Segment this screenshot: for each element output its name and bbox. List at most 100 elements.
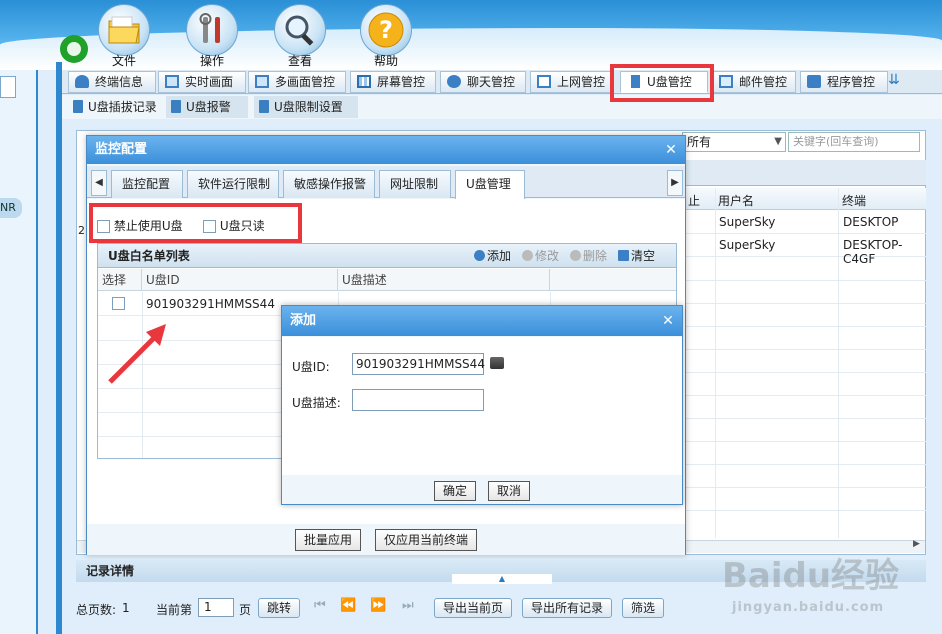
tab-monitor-config[interactable]: 监控配置 xyxy=(111,170,183,198)
usb-id-input[interactable]: 901903291HMMSS44 xyxy=(352,353,485,375)
apply-current-button[interactable]: 仅应用当前终端 xyxy=(375,529,478,551)
delete-button[interactable]: 删除 xyxy=(570,244,607,268)
usb-device-icon[interactable] xyxy=(490,357,504,369)
tab-mail-control[interactable]: 邮件管控 xyxy=(712,71,796,93)
dialog-footer: 批量应用 仅应用当前终端 xyxy=(87,525,685,555)
tab-chat-control[interactable]: 聊天管控 xyxy=(440,71,526,93)
usb-icon xyxy=(259,100,269,113)
next-page-icon[interactable]: ⏩ xyxy=(370,598,386,613)
current-page-input[interactable]: 1 xyxy=(198,598,234,617)
col-usb-id: U盘ID xyxy=(142,269,338,291)
folder-icon xyxy=(108,16,140,44)
operation-button[interactable]: 操作 xyxy=(182,4,242,68)
col-select: 选择 xyxy=(98,269,142,291)
tab-screen-control[interactable]: 屏幕管控 xyxy=(350,71,436,93)
add-button[interactable]: 添加 xyxy=(474,244,511,268)
ok-button[interactable]: 确定 xyxy=(434,481,477,501)
row-select-checkbox[interactable] xyxy=(112,297,125,310)
dialog-title: 监控配置 xyxy=(87,136,685,164)
monitor-icon xyxy=(165,75,179,88)
tab-software-limit[interactable]: 软件运行限制 xyxy=(187,170,279,198)
usb-desc-input[interactable] xyxy=(352,389,484,411)
chevron-down-icon: ▼ xyxy=(774,136,782,147)
watermark-logo: Baidu经验 xyxy=(722,556,900,596)
subtab-usb-alarm[interactable]: U盘报警 xyxy=(166,96,248,118)
tab-sensitive-alarm[interactable]: 敏感操作报警 xyxy=(283,170,375,198)
subtab-usb-restriction[interactable]: U盘限制设置 xyxy=(254,96,358,118)
edit-icon xyxy=(522,250,533,261)
annotation-arrow-icon xyxy=(108,324,166,384)
clear-button[interactable]: 清空 xyxy=(618,244,655,268)
left-panel-input[interactable] xyxy=(0,76,16,98)
expand-up-icon[interactable]: ▲ xyxy=(452,574,552,584)
jump-button[interactable]: 跳转 xyxy=(258,598,301,618)
usb-icon xyxy=(73,100,83,113)
help-button-label: 帮助 xyxy=(373,54,398,68)
tab-terminal-info[interactable]: 终端信息 xyxy=(68,71,156,93)
export-current-button[interactable]: 导出当前页 xyxy=(434,598,513,618)
clear-icon xyxy=(618,250,629,261)
subtab-usb-plug-records[interactable]: U盘插拔记录 xyxy=(68,96,160,118)
chat-bubble-icon xyxy=(447,75,461,88)
table-row[interactable]: SuperSky DESKTOP xyxy=(686,211,926,234)
plus-icon xyxy=(474,250,485,261)
close-icon[interactable]: ✕ xyxy=(663,142,679,158)
highlight-box-usb-options xyxy=(89,203,302,243)
prev-page-icon[interactable]: ⏪ xyxy=(340,598,356,613)
add-dialog: 添加 ✕ U盘ID: 901903291HMMSS44 U盘描述: 确定 取消 xyxy=(281,305,683,505)
tab-realtime-screen[interactable]: 实时画面 xyxy=(158,71,246,93)
whitelist-title: U盘白名单列表 xyxy=(108,249,190,263)
col-username: 用户名 xyxy=(718,194,755,208)
apply-batch-button[interactable]: 批量应用 xyxy=(295,529,362,551)
tab-usb-management[interactable]: U盘管理 xyxy=(455,170,525,199)
row-marker: 2 xyxy=(78,224,85,237)
left-panel: NR xyxy=(0,70,38,634)
help-button[interactable]: ? 帮助 xyxy=(356,4,416,68)
tab-program-control[interactable]: 程序管控 xyxy=(800,71,888,93)
record-detail-title: 记录详情 xyxy=(86,564,135,578)
export-all-button[interactable]: 导出所有记录 xyxy=(522,598,613,618)
file-button-label: 文件 xyxy=(111,54,136,68)
last-page-icon[interactable]: ⏭ xyxy=(402,598,414,613)
keyword-search-input[interactable]: 关键字(回车查询) xyxy=(788,132,920,152)
col-terminal: 终端 xyxy=(842,194,867,208)
whitelist-header: U盘白名单列表 添加 修改 删除 清空 xyxy=(98,244,676,268)
first-page-icon[interactable]: ⏮ xyxy=(314,598,326,613)
status-indicator-icon xyxy=(60,35,88,63)
help-icon: ? xyxy=(368,12,404,48)
more-tabs-chevron-icon[interactable]: ⇊ xyxy=(888,72,900,88)
edit-button[interactable]: 修改 xyxy=(522,244,559,268)
col-usb-desc: U盘描述 xyxy=(338,269,550,291)
magnifier-icon xyxy=(285,15,314,46)
tab-scroll-left-icon[interactable]: ◀ xyxy=(91,170,107,196)
usb-id-cell: 901903291HMMSS44 xyxy=(146,297,275,311)
current-page-label: 当前第 xyxy=(156,603,193,617)
tab-scroll-right-icon[interactable]: ▶ xyxy=(667,170,683,196)
usb-desc-label: U盘描述: xyxy=(292,396,341,410)
tab-web-control[interactable]: 上网管控 xyxy=(530,71,614,93)
view-button[interactable]: 查看 xyxy=(270,4,330,68)
cancel-button[interactable]: 取消 xyxy=(488,481,531,501)
tools-icon xyxy=(199,13,220,43)
add-dialog-body: U盘ID: 901903291HMMSS44 U盘描述: xyxy=(282,337,682,475)
mail-icon xyxy=(719,75,733,88)
total-pages-value: 1 xyxy=(122,601,130,615)
page-suffix: 页 xyxy=(239,603,252,617)
screen-grid-icon xyxy=(357,75,371,88)
tab-multi-screen[interactable]: 多画面管控 xyxy=(248,71,346,93)
filter-select[interactable]: 所有 ▼ xyxy=(682,132,786,152)
user-icon xyxy=(75,75,89,88)
filter-button[interactable]: 筛选 xyxy=(622,598,665,618)
tab-url-limit[interactable]: 网址限制 xyxy=(379,170,451,198)
svg-text:?: ? xyxy=(379,16,393,44)
program-icon xyxy=(807,75,821,88)
col-partial: 止 xyxy=(688,194,701,208)
multi-monitor-icon xyxy=(255,75,269,88)
file-button[interactable]: 文件 xyxy=(94,4,154,68)
table-row[interactable]: SuperSky DESKTOP-C4GF xyxy=(686,234,926,266)
usb-id-label: U盘ID: xyxy=(292,360,330,374)
close-icon[interactable]: ✕ xyxy=(660,313,676,329)
operation-button-label: 操作 xyxy=(199,54,224,68)
sub-tab-bar: U盘插拔记录 U盘报警 U盘限制设置 xyxy=(62,95,942,119)
records-filter: 所有 ▼ 关键字(回车查询) xyxy=(682,132,922,154)
